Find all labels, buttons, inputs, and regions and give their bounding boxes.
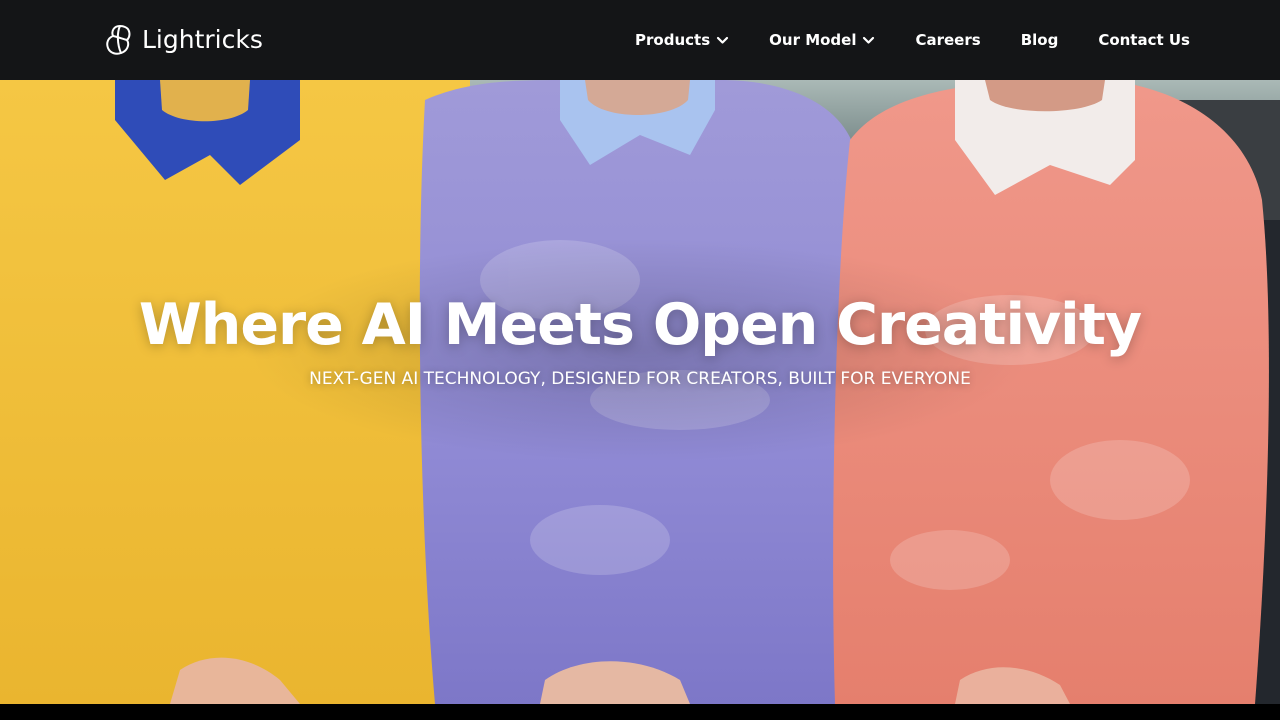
hero-section: Where AI Meets Open Creativity NEXT-GEN … <box>0 80 1280 704</box>
brand-name: Lightricks <box>142 25 263 54</box>
nav-item-label: Blog <box>1020 31 1059 49</box>
nav-item-our-model[interactable]: Our Model <box>769 31 875 49</box>
nav-item-products[interactable]: Products <box>635 31 729 49</box>
nav-item-careers[interactable]: Careers <box>915 31 980 49</box>
hero-title: Where AI Meets Open Creativity <box>138 292 1142 358</box>
nav-item-label: Careers <box>915 31 981 49</box>
main-nav: Products Our Model Careers Blog Contact … <box>595 0 1190 80</box>
page-bottom-edge <box>0 704 1280 720</box>
brand-logo-link[interactable]: Lightricks <box>105 24 263 56</box>
lightricks-logo-icon <box>106 24 131 55</box>
nav-item-blog[interactable]: Blog <box>1021 31 1059 49</box>
nav-item-label: Contact Us <box>1098 31 1190 49</box>
hero-subtitle: NEXT-GEN AI TECHNOLOGY, DESIGNED FOR CRE… <box>309 369 971 389</box>
chevron-down-icon <box>863 36 875 44</box>
nav-item-contact-us[interactable]: Contact Us <box>1098 31 1190 49</box>
hero-overlay <box>0 80 1280 704</box>
nav-item-label: Products <box>635 31 711 49</box>
top-navbar: Lightricks Products Our Model Careers Bl… <box>0 0 1280 80</box>
chevron-down-icon <box>717 36 729 44</box>
nav-item-label: Our Model <box>769 31 857 49</box>
